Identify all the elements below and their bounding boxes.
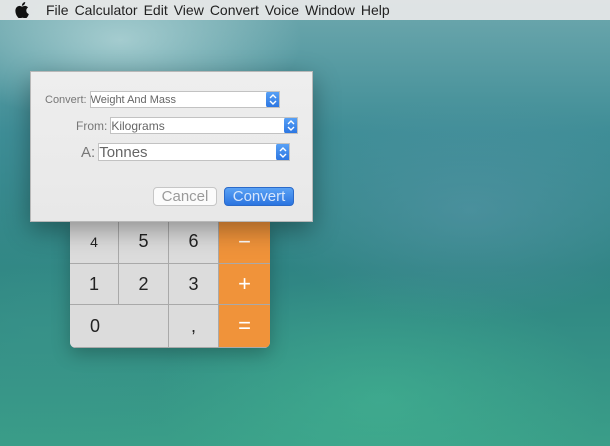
menu-file[interactable]: File (46, 0, 69, 20)
convert-dialog: Convert: Weight And Mass From: Kilograms… (30, 71, 313, 222)
from-row: From: Kilograms (76, 117, 299, 134)
key-0[interactable]: 0 (70, 305, 169, 348)
key-plus[interactable]: + (219, 264, 270, 305)
menu-calculator[interactable]: Calculator (75, 0, 138, 20)
key-1[interactable]: 1 (70, 264, 119, 305)
menu-voice[interactable]: Voice (265, 0, 299, 20)
chevron-updown-icon (265, 92, 279, 107)
menu-convert[interactable]: Convert (210, 0, 259, 20)
to-label: A: (81, 143, 96, 161)
convert-row: Convert: Weight And Mass (45, 91, 280, 108)
key-5[interactable]: 5 (119, 220, 169, 264)
key-2[interactable]: 2 (119, 264, 169, 305)
menu-edit[interactable]: Edit (144, 0, 168, 20)
calculator-keypad: 4 5 6 − 1 2 3 + 0 , = (70, 220, 270, 348)
to-unit-value: Tonnes (99, 143, 148, 161)
convert-type-value: Weight And Mass (90, 93, 176, 106)
from-unit-select[interactable]: Kilograms (110, 117, 299, 134)
key-decimal[interactable]: , (169, 305, 219, 348)
menu-view[interactable]: View (174, 0, 204, 20)
convert-label: Convert: (45, 93, 87, 106)
menu-help[interactable]: Help (361, 0, 390, 20)
key-4[interactable]: 4 (70, 220, 119, 264)
key-minus[interactable]: − (219, 220, 270, 264)
chevron-updown-icon (276, 144, 290, 160)
cancel-button[interactable]: Cancel (153, 187, 217, 206)
key-3[interactable]: 3 (169, 264, 219, 305)
to-row: A: Tonnes (81, 143, 291, 161)
from-unit-value: Kilograms (111, 118, 165, 133)
menu-window[interactable]: Window (305, 0, 355, 20)
menu-bar: File Calculator Edit View Convert Voice … (0, 0, 610, 20)
convert-type-select[interactable]: Weight And Mass (89, 91, 280, 108)
apple-icon[interactable] (14, 2, 30, 18)
from-label: From: (76, 118, 108, 133)
convert-button[interactable]: Convert (224, 187, 294, 206)
to-unit-select[interactable]: Tonnes (98, 143, 291, 161)
chevron-updown-icon (284, 118, 298, 133)
key-equals[interactable]: = (219, 305, 270, 348)
key-6[interactable]: 6 (169, 220, 219, 264)
